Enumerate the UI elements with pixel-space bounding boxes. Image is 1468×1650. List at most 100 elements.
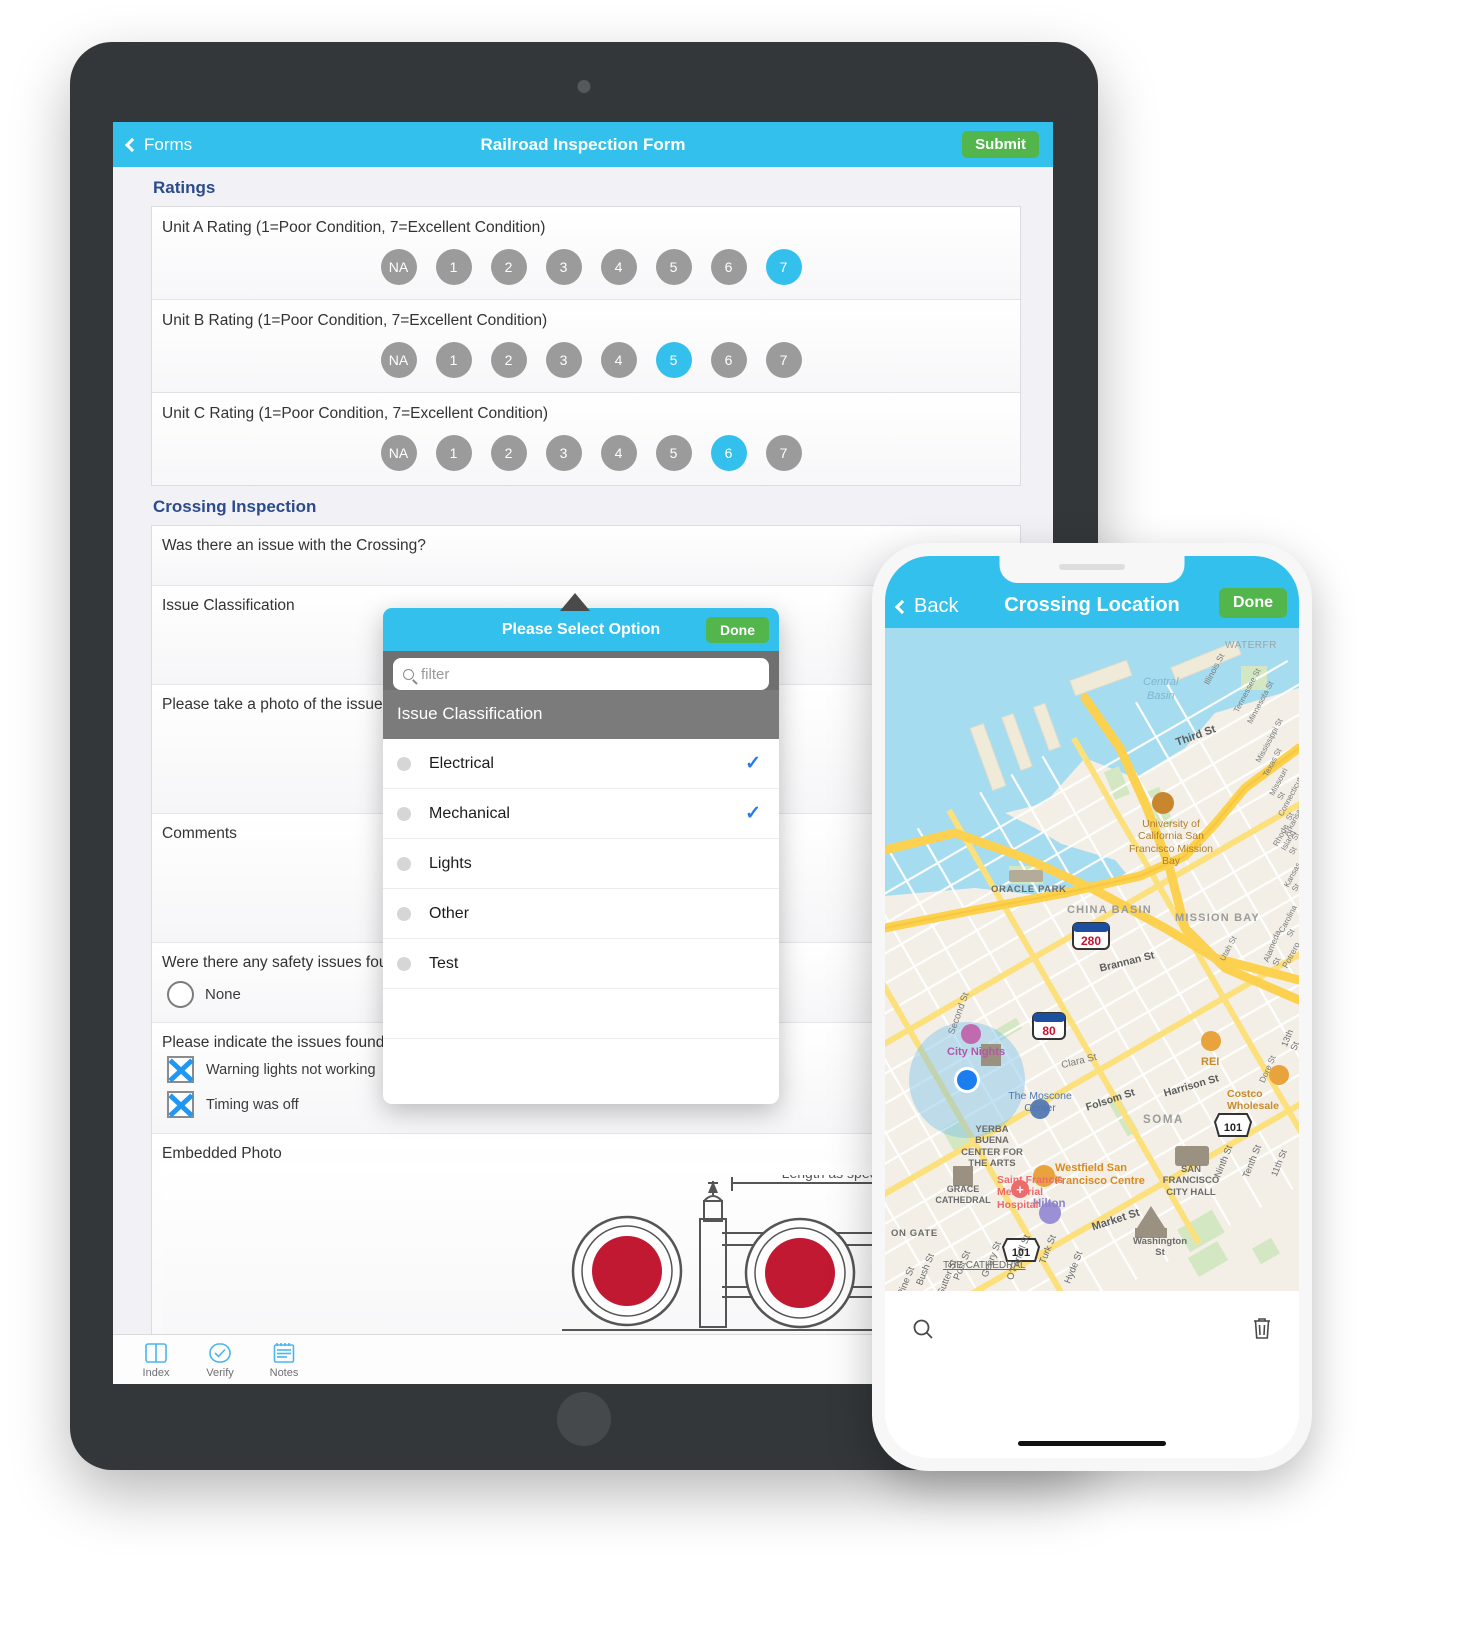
search-icon xyxy=(403,668,414,680)
rating-row: Unit C Rating (1=Poor Condition, 7=Excel… xyxy=(152,393,1020,485)
filter-input[interactable]: filter xyxy=(393,658,769,690)
option-label: Electrical xyxy=(429,754,494,772)
popup-done-button[interactable]: Done xyxy=(706,616,769,643)
poi-westfield-icon xyxy=(1033,1165,1055,1187)
rating-scale: NA 1 2 3 4 5 6 7 xyxy=(162,423,1020,485)
chevron-left-icon xyxy=(894,599,910,614)
checkbox-checked-x-icon[interactable] xyxy=(167,1091,194,1118)
rating-option-2[interactable]: 2 xyxy=(490,249,527,285)
phone-home-indicator xyxy=(1018,1441,1166,1446)
rating-option-na[interactable]: NA xyxy=(380,435,417,471)
rating-option-7[interactable]: 7 xyxy=(765,249,802,285)
toolbar-item-index[interactable]: Index xyxy=(127,1340,185,1379)
map-search-button[interactable] xyxy=(911,1317,935,1346)
screenshot-stage: Forms Railroad Inspection Form Submit Ra… xyxy=(0,0,1468,1650)
highway-shield-101-right: 101 xyxy=(1213,1113,1253,1137)
filter-placeholder: filter xyxy=(421,665,450,683)
phone-back-button[interactable]: Back xyxy=(894,595,959,618)
rating-option-1[interactable]: 1 xyxy=(435,342,472,378)
rating-option-4[interactable]: 4 xyxy=(600,435,637,471)
issue-checkbox-label: Timing was off xyxy=(206,1096,299,1113)
chevron-left-icon xyxy=(124,137,140,152)
question-label: Was there an issue with the Crossing? xyxy=(162,537,426,554)
rating-row: Unit A Rating (1=Poor Condition, 7=Excel… xyxy=(152,207,1020,300)
rating-option-6[interactable]: 6 xyxy=(710,342,747,378)
option-label: Other xyxy=(429,904,470,922)
phone-done-button[interactable]: Done xyxy=(1219,588,1287,618)
phone-bottom-toolbar xyxy=(885,1291,1299,1371)
svg-text:101: 101 xyxy=(1012,1247,1030,1259)
rating-option-1[interactable]: 1 xyxy=(435,249,472,285)
submit-button[interactable]: Submit xyxy=(962,131,1039,158)
oracle-park-icon xyxy=(1009,870,1043,882)
rating-option-2[interactable]: 2 xyxy=(490,435,527,471)
rating-option-3[interactable]: 3 xyxy=(545,249,582,285)
rating-option-6[interactable]: 6 xyxy=(710,435,747,471)
toolbar-label: Index xyxy=(142,1367,170,1379)
map-delete-button[interactable] xyxy=(1251,1316,1273,1346)
option-empty-row xyxy=(383,989,779,1039)
safety-option-label: None xyxy=(205,986,241,1003)
highway-shield-101-bottom: 101 xyxy=(1001,1238,1041,1262)
rating-scale: NA 1 2 3 4 5 6 7 xyxy=(162,237,1020,299)
option-bullet-icon xyxy=(397,956,411,971)
back-label: Forms xyxy=(144,134,193,154)
rating-option-1[interactable]: 1 xyxy=(435,435,472,471)
popup-header: Please Select Option Done xyxy=(383,608,779,651)
toolbar-item-verify[interactable]: Verify xyxy=(191,1340,249,1379)
checkbox-checked-x-icon[interactable] xyxy=(167,1056,194,1083)
rating-label: Unit C Rating (1=Poor Condition, 7=Excel… xyxy=(162,405,548,422)
index-book-icon xyxy=(127,1340,185,1366)
rating-option-4[interactable]: 4 xyxy=(600,249,637,285)
option-other[interactable]: Other xyxy=(383,889,779,939)
rating-option-7[interactable]: 7 xyxy=(765,435,802,471)
svg-text:80: 80 xyxy=(1042,1024,1056,1038)
radio-unchecked-icon[interactable] xyxy=(167,981,194,1008)
option-label: Lights xyxy=(429,854,472,872)
poi-moscone-icon xyxy=(1030,1099,1050,1119)
rating-option-na[interactable]: NA xyxy=(380,249,417,285)
ratings-card: Unit A Rating (1=Poor Condition, 7=Excel… xyxy=(151,206,1021,486)
section-title-ratings: Ratings xyxy=(153,178,216,197)
back-to-forms-button[interactable]: Forms xyxy=(124,134,193,155)
toolbar-label: Verify xyxy=(206,1367,234,1379)
rating-option-5[interactable]: 5 xyxy=(655,249,692,285)
phone-back-label: Back xyxy=(914,595,959,617)
toolbar-item-notes[interactable]: Notes xyxy=(255,1340,313,1379)
rating-option-na[interactable]: NA xyxy=(380,342,417,378)
poi-rei-icon xyxy=(1201,1031,1221,1051)
notes-pad-icon xyxy=(255,1340,313,1366)
svg-text:280: 280 xyxy=(1081,934,1101,948)
hospital-pin-icon: + xyxy=(1011,1180,1029,1198)
toolbar-label: Notes xyxy=(269,1367,299,1379)
popup-arrow-icon xyxy=(560,593,590,611)
highway-shield-280: 280 xyxy=(1072,922,1110,950)
option-lights[interactable]: Lights xyxy=(383,839,779,889)
poi-city-nights-icon xyxy=(961,1024,981,1044)
map-view[interactable]: 280 80 101 101 WATERFR Central Basin Ill… xyxy=(885,628,1299,1291)
rating-option-7[interactable]: 7 xyxy=(765,342,802,378)
option-test[interactable]: Test xyxy=(383,939,779,989)
option-electrical[interactable]: Electrical ✓ xyxy=(383,739,779,789)
yerba-buena-icon xyxy=(981,1044,1001,1066)
rating-option-4[interactable]: 4 xyxy=(600,342,637,378)
option-bullet-icon xyxy=(397,856,411,871)
tablet-home-button[interactable] xyxy=(557,1392,611,1446)
rating-option-3[interactable]: 3 xyxy=(545,435,582,471)
rating-label: Unit A Rating (1=Poor Condition, 7=Excel… xyxy=(162,219,546,236)
option-label: Mechanical xyxy=(429,804,510,822)
rating-option-2[interactable]: 2 xyxy=(490,342,527,378)
rating-label: Unit B Rating (1=Poor Condition, 7=Excel… xyxy=(162,312,548,329)
rating-row: Unit B Rating (1=Poor Condition, 7=Excel… xyxy=(152,300,1020,393)
option-mechanical[interactable]: Mechanical ✓ xyxy=(383,789,779,839)
rating-option-5[interactable]: 5 xyxy=(655,435,692,471)
rating-option-6[interactable]: 6 xyxy=(710,249,747,285)
rating-option-5[interactable]: 5 xyxy=(655,342,692,378)
poi-ucsf-icon xyxy=(1152,792,1174,814)
ipad-navbar: Forms Railroad Inspection Form Submit xyxy=(113,122,1053,167)
rating-scale: NA 1 2 3 4 5 6 7 xyxy=(162,330,1020,392)
rating-option-3[interactable]: 3 xyxy=(545,342,582,378)
option-bullet-icon xyxy=(397,906,411,921)
verify-check-icon xyxy=(191,1340,249,1366)
poi-costco-icon xyxy=(1269,1065,1289,1085)
